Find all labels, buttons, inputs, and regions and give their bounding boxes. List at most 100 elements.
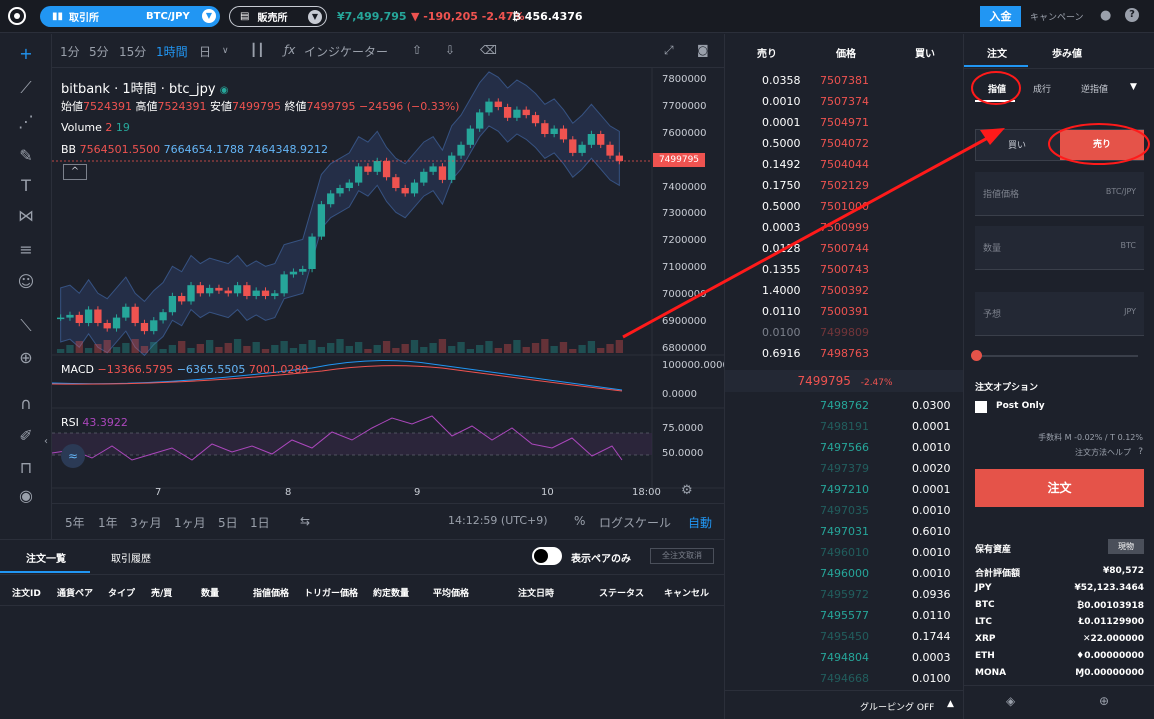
brush-icon[interactable]: ✎	[16, 146, 36, 166]
bid-row[interactable]: 7495577 0.0110	[725, 606, 965, 627]
interval-1m[interactable]: 1分	[60, 43, 80, 60]
spot-badge[interactable]: 現物	[1108, 539, 1144, 554]
ask-row[interactable]: 0.0001 7504971	[725, 113, 965, 134]
text-icon[interactable]: T	[16, 176, 36, 196]
tab-history[interactable]: 取引履歴	[111, 550, 151, 565]
measure-icon[interactable]: ≡	[16, 240, 36, 260]
caret-up-icon[interactable]: ▲	[947, 699, 954, 709]
bid-row[interactable]: 7497210 0.0001	[725, 480, 965, 501]
function-icon[interactable]: ƒx	[284, 43, 295, 57]
eraser-icon[interactable]: ⌫	[480, 43, 497, 57]
caret-down-icon[interactable]: ▼	[1130, 82, 1137, 92]
interval-day[interactable]: 日	[199, 43, 211, 60]
ask-row[interactable]: 0.0110 7500391	[725, 302, 965, 323]
exchange-pair-selector[interactable]: ▮▮ 取引所 BTC/JPY ▼	[40, 6, 220, 27]
collapse-icon[interactable]: ‹	[44, 436, 48, 447]
ask-row[interactable]: 0.0010 7507374	[725, 92, 965, 113]
collapse-legend-button[interactable]: ^	[63, 164, 87, 180]
amount-slider[interactable]	[971, 350, 1138, 361]
crosshair-icon[interactable]: +	[16, 44, 36, 64]
ask-row[interactable]: 0.1750 7502129	[725, 176, 965, 197]
interval-15m[interactable]: 15分	[119, 43, 146, 60]
range-1y[interactable]: 1年	[98, 514, 118, 531]
bid-row[interactable]: 7497566 0.0010	[725, 438, 965, 459]
sales-office-selector[interactable]: ▤ 販売所 ▼	[229, 6, 327, 27]
settings-icon[interactable]: ⚙	[681, 483, 693, 498]
post-only-label[interactable]: Post Only	[996, 401, 1045, 411]
percent-toggle[interactable]: %	[574, 514, 585, 528]
range-1d[interactable]: 1日	[250, 514, 270, 531]
goto-date-icon[interactable]: ⇆	[300, 514, 310, 528]
campaign-link[interactable]: キャンペーン	[1030, 10, 1084, 23]
bitbank-logo[interactable]	[8, 7, 26, 25]
lock-icon[interactable]: ⊓	[16, 458, 36, 478]
ask-row[interactable]: 0.5000 7504072	[725, 134, 965, 155]
interval-5m[interactable]: 5分	[89, 43, 109, 60]
tradingview-logo[interactable]: ≈	[61, 444, 85, 468]
ask-row[interactable]: 0.0100 7499809	[725, 323, 965, 344]
tab-order[interactable]: 注文	[987, 45, 1007, 60]
download-icon[interactable]: ⇩	[445, 43, 455, 57]
help-link[interactable]: 注文方法ヘルプ	[1075, 447, 1131, 458]
log-scale-toggle[interactable]: ログスケール	[599, 514, 671, 531]
ask-row[interactable]: 0.5000 7501000	[725, 197, 965, 218]
camera-icon[interactable]: ◙	[697, 43, 709, 57]
help-icon[interactable]: ?	[1125, 8, 1139, 22]
bid-row[interactable]: 7495972 0.0936	[725, 585, 965, 606]
education-icon[interactable]: ◈	[1006, 694, 1015, 708]
bid-row[interactable]: 7494804 0.0003	[725, 648, 965, 669]
estimate-field[interactable]: 予想 JPY	[975, 292, 1144, 336]
pair-only-toggle[interactable]	[532, 547, 562, 565]
bid-row[interactable]: 7497035 0.0010	[725, 501, 965, 522]
bid-row[interactable]: 7494668 0.0100	[725, 669, 965, 690]
pattern-icon[interactable]: ⋈	[16, 206, 36, 226]
type-stop[interactable]: 逆指値	[1081, 82, 1108, 95]
grouping-label[interactable]: グルーピング OFF	[860, 700, 934, 713]
bid-row[interactable]: 7498762 0.0300	[725, 396, 965, 417]
globe-icon[interactable]: ⊕	[1099, 694, 1109, 708]
grouping-bar[interactable]: グルーピング OFF ▲	[725, 690, 965, 719]
deposit-button[interactable]: 入金	[980, 6, 1021, 27]
ask-row[interactable]: 1.4000 7500392	[725, 281, 965, 302]
ask-row[interactable]: 0.6916 7498763	[725, 344, 965, 365]
bid-row[interactable]: 7497031 0.6010	[725, 522, 965, 543]
slider-handle[interactable]	[971, 350, 982, 361]
fullscreen-icon[interactable]: ⤢	[664, 43, 674, 58]
ask-row[interactable]: 0.1355 7500743	[725, 260, 965, 281]
tab-orders[interactable]: 注文一覧	[26, 550, 66, 565]
indicator-button[interactable]: インジケーター	[304, 43, 388, 60]
bid-row[interactable]: 7496010 0.0010	[725, 543, 965, 564]
magnet-icon[interactable]: ∩	[16, 394, 36, 414]
range-1m[interactable]: 1ヶ月	[174, 514, 206, 531]
trendline-icon[interactable]: ⟋	[16, 78, 36, 98]
ask-row[interactable]: 0.0358 7507381	[725, 71, 965, 92]
sell-tab[interactable]: 売り	[1060, 130, 1144, 160]
bid-row[interactable]: 7495450 0.1744	[725, 627, 965, 648]
range-5y[interactable]: 5年	[65, 514, 85, 531]
chevron-down-icon[interactable]: ∨	[222, 46, 229, 56]
chart-canvas[interactable]	[52, 68, 724, 503]
submit-order-button[interactable]: 注文	[975, 469, 1144, 507]
help-icon[interactable]: ?	[1138, 447, 1143, 457]
upload-icon[interactable]: ⇧	[412, 43, 422, 57]
cancel-all-button[interactable]: 全注文取消	[650, 548, 714, 564]
smiley-icon[interactable]: ☺	[16, 272, 36, 292]
interval-1h[interactable]: 1時間	[156, 43, 188, 60]
buy-tab[interactable]: 買い	[1008, 138, 1026, 151]
candle-type-icon[interactable]: ┃┃	[250, 43, 264, 57]
ask-row[interactable]: 0.0003 7500999	[725, 218, 965, 239]
quantity-field[interactable]: 数量 BTC	[975, 226, 1144, 270]
type-limit[interactable]: 指値	[988, 82, 1006, 95]
post-only-checkbox[interactable]	[975, 401, 987, 413]
eye-icon[interactable]: ◉	[16, 486, 36, 506]
bid-row[interactable]: 7497379 0.0020	[725, 459, 965, 480]
fib-icon[interactable]: ⋰	[16, 112, 36, 132]
zoom-icon[interactable]: ⊕	[16, 348, 36, 368]
auto-scale-toggle[interactable]: 自動	[688, 514, 712, 531]
user-icon[interactable]: ●	[1100, 8, 1111, 23]
tab-trades[interactable]: 歩み値	[1052, 45, 1082, 60]
limit-price-field[interactable]: 指値価格 BTC/JPY	[975, 172, 1144, 216]
ask-row[interactable]: 0.0128 7500744	[725, 239, 965, 260]
ask-row[interactable]: 0.1492 7504044	[725, 155, 965, 176]
price-chart[interactable]: 7800000 7700000 7600000 7400000 7300000 …	[52, 68, 729, 503]
